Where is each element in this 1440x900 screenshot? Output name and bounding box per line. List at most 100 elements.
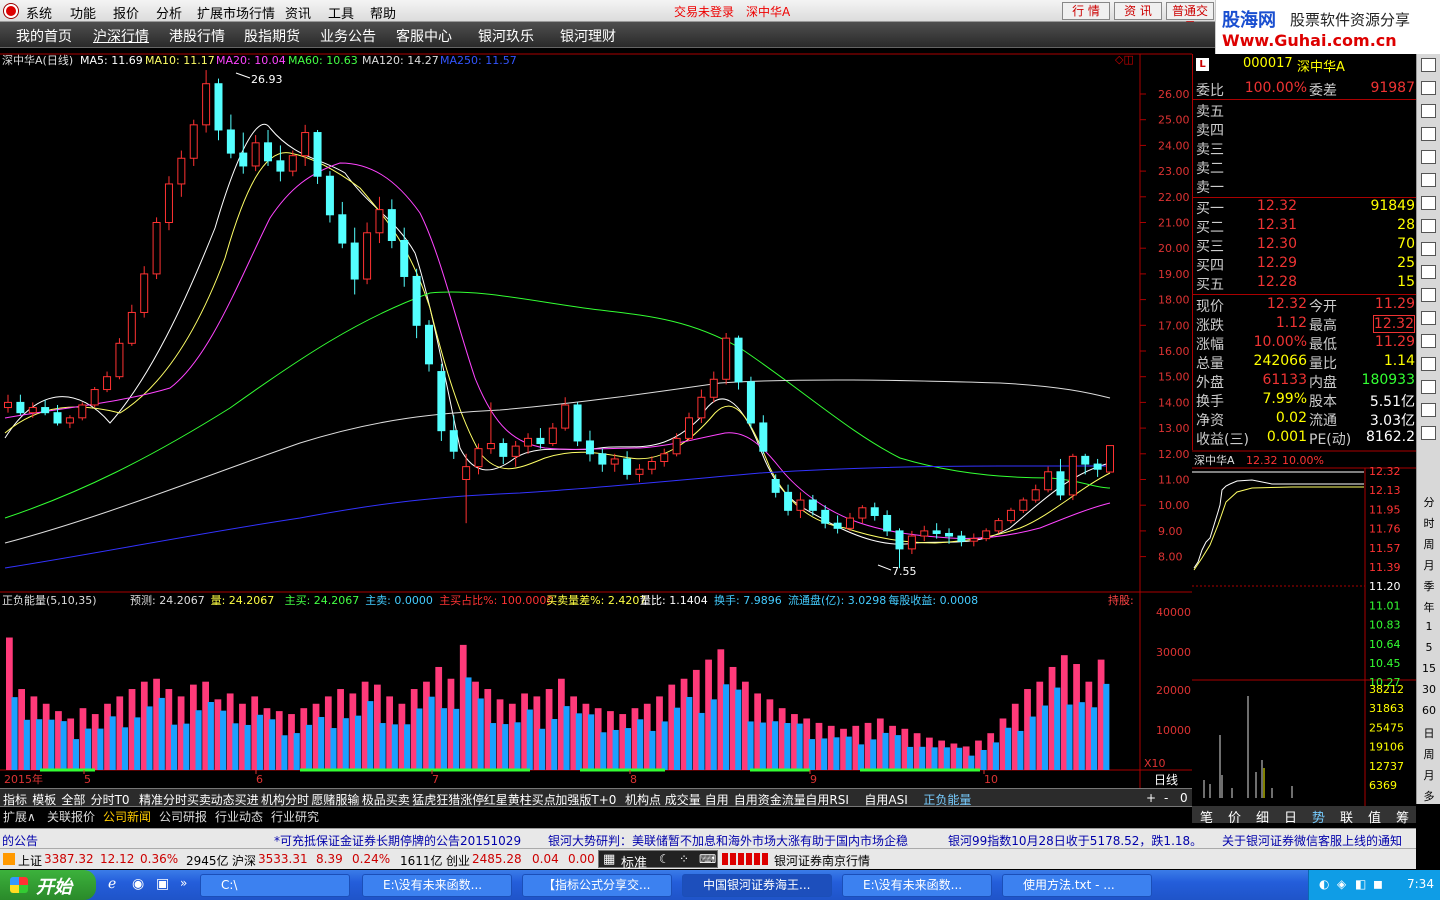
- period-button[interactable]: 1: [1419, 620, 1439, 633]
- sell-row[interactable]: 卖三: [1193, 139, 1417, 158]
- buy-row[interactable]: 买五 12.28 15: [1193, 274, 1417, 293]
- toolbar-icon[interactable]: [1421, 334, 1436, 348]
- toolbar-icon[interactable]: [1421, 58, 1436, 72]
- info-tab[interactable]: 关联报价: [47, 808, 95, 825]
- mini-tab[interactable]: 筹: [1396, 807, 1409, 826]
- news-item[interactable]: *可充抵保证金证券长期停牌的公告20151029: [274, 832, 521, 849]
- tab-control[interactable]: 0: [1180, 791, 1188, 805]
- menu-quote[interactable]: 报价: [113, 3, 139, 22]
- media-icon[interactable]: ▣: [156, 876, 169, 892]
- toolbar-icon[interactable]: [1421, 173, 1436, 187]
- quote-button[interactable]: 行 情: [1062, 2, 1110, 20]
- toolbar-icon[interactable]: [1421, 81, 1436, 95]
- nav-futures[interactable]: 股指期货: [244, 26, 300, 46]
- sell-row[interactable]: 卖四: [1193, 120, 1417, 139]
- buy-row[interactable]: 买三 12.30 70: [1193, 236, 1417, 255]
- mini-tab[interactable]: 势: [1312, 807, 1325, 826]
- news-item[interactable]: 的公告: [2, 832, 38, 849]
- toolbar-icon[interactable]: [1421, 357, 1436, 371]
- intraday-mini-chart[interactable]: 深中华A 12.32 10.00% 12.32 12.13 11.95 11.76 11…: [1192, 450, 1416, 806]
- clock[interactable]: 7:34: [1407, 877, 1434, 891]
- browser-icon[interactable]: ◉: [132, 876, 144, 892]
- moon-icon[interactable]: ☾: [659, 852, 670, 866]
- news-item[interactable]: 银河大势研判：美联储暂不加息和海外市场大涨有助于国内市场企稳: [548, 832, 908, 849]
- chart-options-icon[interactable]: ◇◫: [1115, 53, 1134, 66]
- period-button[interactable]: 年: [1419, 599, 1439, 615]
- nav-yinhe-jiule[interactable]: 银河玖乐: [478, 26, 534, 46]
- menu-analysis[interactable]: 分析: [156, 3, 182, 22]
- period-button[interactable]: 60: [1419, 704, 1439, 717]
- menu-function[interactable]: 功能: [70, 3, 96, 22]
- nav-shsz[interactable]: 沪深行情: [93, 26, 149, 46]
- period-button[interactable]: 月: [1419, 767, 1439, 783]
- mode-switcher[interactable]: ▦ 标准 ☾ ⁘ ⌨: [598, 850, 718, 871]
- tray-icon[interactable]: ◼: [1373, 877, 1383, 891]
- buy-row[interactable]: 买二 12.31 28: [1193, 217, 1417, 236]
- period-button[interactable]: 日: [1419, 725, 1439, 741]
- toolbar-icon[interactable]: [1421, 265, 1436, 279]
- news-item[interactable]: 关于银河证券微信客服上线的通知: [1222, 832, 1402, 849]
- info-tab[interactable]: 行业动态: [215, 808, 263, 825]
- mini-tab[interactable]: 细: [1256, 807, 1269, 826]
- toolbar-icon[interactable]: [1421, 150, 1436, 164]
- period-button[interactable]: 季: [1419, 578, 1439, 594]
- mini-tab[interactable]: 值: [1368, 807, 1381, 826]
- menu-system[interactable]: 系统: [26, 3, 52, 22]
- quicklaunch-more-icon[interactable]: »: [180, 876, 187, 890]
- toolbar-icon[interactable]: [1421, 127, 1436, 141]
- tab-control[interactable]: -: [1164, 791, 1168, 805]
- toolbar-icon[interactable]: [1421, 242, 1436, 256]
- nav-home[interactable]: 我的首页: [16, 26, 72, 46]
- menu-extended-market[interactable]: 扩展市场行情: [197, 3, 275, 22]
- mini-tab[interactable]: 笔: [1200, 807, 1213, 826]
- tray-icon[interactable]: ◈: [1337, 877, 1346, 891]
- trade-status[interactable]: 交易未登录: [674, 3, 734, 20]
- toolbar-icon[interactable]: [1421, 196, 1436, 210]
- buy-row[interactable]: 买一 12.32 91849: [1193, 198, 1417, 217]
- toolbar-icon[interactable]: [1421, 288, 1436, 302]
- period-button[interactable]: 30: [1419, 683, 1439, 696]
- period-button[interactable]: 周: [1419, 536, 1439, 552]
- toolbar-icon[interactable]: [1421, 219, 1436, 233]
- info-tab[interactable]: 扩展∧: [3, 808, 36, 825]
- mode-label[interactable]: 标准: [621, 852, 647, 871]
- taskbar-window[interactable]: 中国银河证券海王...: [682, 874, 832, 897]
- tray-icon[interactable]: ◧: [1355, 877, 1366, 891]
- nav-hk[interactable]: 港股行情: [169, 26, 225, 46]
- toolbar-icon[interactable]: [1421, 311, 1436, 325]
- menu-tools[interactable]: 工具: [328, 3, 354, 22]
- sell-row[interactable]: 卖一: [1193, 177, 1417, 196]
- taskbar-window[interactable]: C:\: [200, 874, 350, 897]
- taskbar-window[interactable]: 【指标公式分享交...: [522, 874, 672, 897]
- normal-trade-button[interactable]: 普通交易: [1166, 2, 1214, 34]
- period-button[interactable]: 15: [1419, 662, 1439, 675]
- menu-info[interactable]: 资讯: [285, 3, 311, 22]
- info-tab[interactable]: 公司新闻: [103, 808, 151, 825]
- toolbar-icon[interactable]: [1421, 104, 1436, 118]
- period-label[interactable]: 日线: [1154, 773, 1178, 787]
- taskbar-window[interactable]: 使用方法.txt - ...: [1002, 874, 1152, 897]
- toolbar-icon[interactable]: [1421, 426, 1436, 440]
- toolbar-icon[interactable]: [1421, 403, 1436, 417]
- start-button[interactable]: 开始: [0, 870, 96, 900]
- info-button[interactable]: 资 讯: [1114, 2, 1162, 20]
- toolbar-icon[interactable]: [1421, 380, 1436, 394]
- nav-service[interactable]: 客服中心: [396, 26, 452, 46]
- nav-notice[interactable]: 业务公告: [320, 26, 376, 46]
- period-button[interactable]: 分: [1419, 494, 1439, 510]
- period-button[interactable]: 时: [1419, 515, 1439, 531]
- period-button[interactable]: 周: [1419, 746, 1439, 762]
- mini-tab[interactable]: 日: [1284, 807, 1297, 826]
- info-tab[interactable]: 行业研究: [271, 808, 319, 825]
- taskbar-window[interactable]: E:\没有未来函数...: [362, 874, 512, 897]
- index-icon[interactable]: [3, 853, 15, 865]
- menu-help[interactable]: 帮助: [370, 3, 396, 22]
- period-button[interactable]: 季: [1419, 809, 1439, 825]
- period-button[interactable]: 5: [1419, 641, 1439, 654]
- period-button[interactable]: 月: [1419, 557, 1439, 573]
- news-item[interactable]: 银河99指数10月28日收于5178.52，跌1.18。: [948, 832, 1202, 849]
- dots-icon[interactable]: ⁘: [679, 852, 689, 866]
- kline-chart[interactable]: 深中华A(日线) MA5: 11.69 MA10: 11.17 MA20: 10…: [0, 48, 1192, 788]
- buy-row[interactable]: 买四 12.29 25: [1193, 255, 1417, 274]
- sell-row[interactable]: 卖五: [1193, 101, 1417, 120]
